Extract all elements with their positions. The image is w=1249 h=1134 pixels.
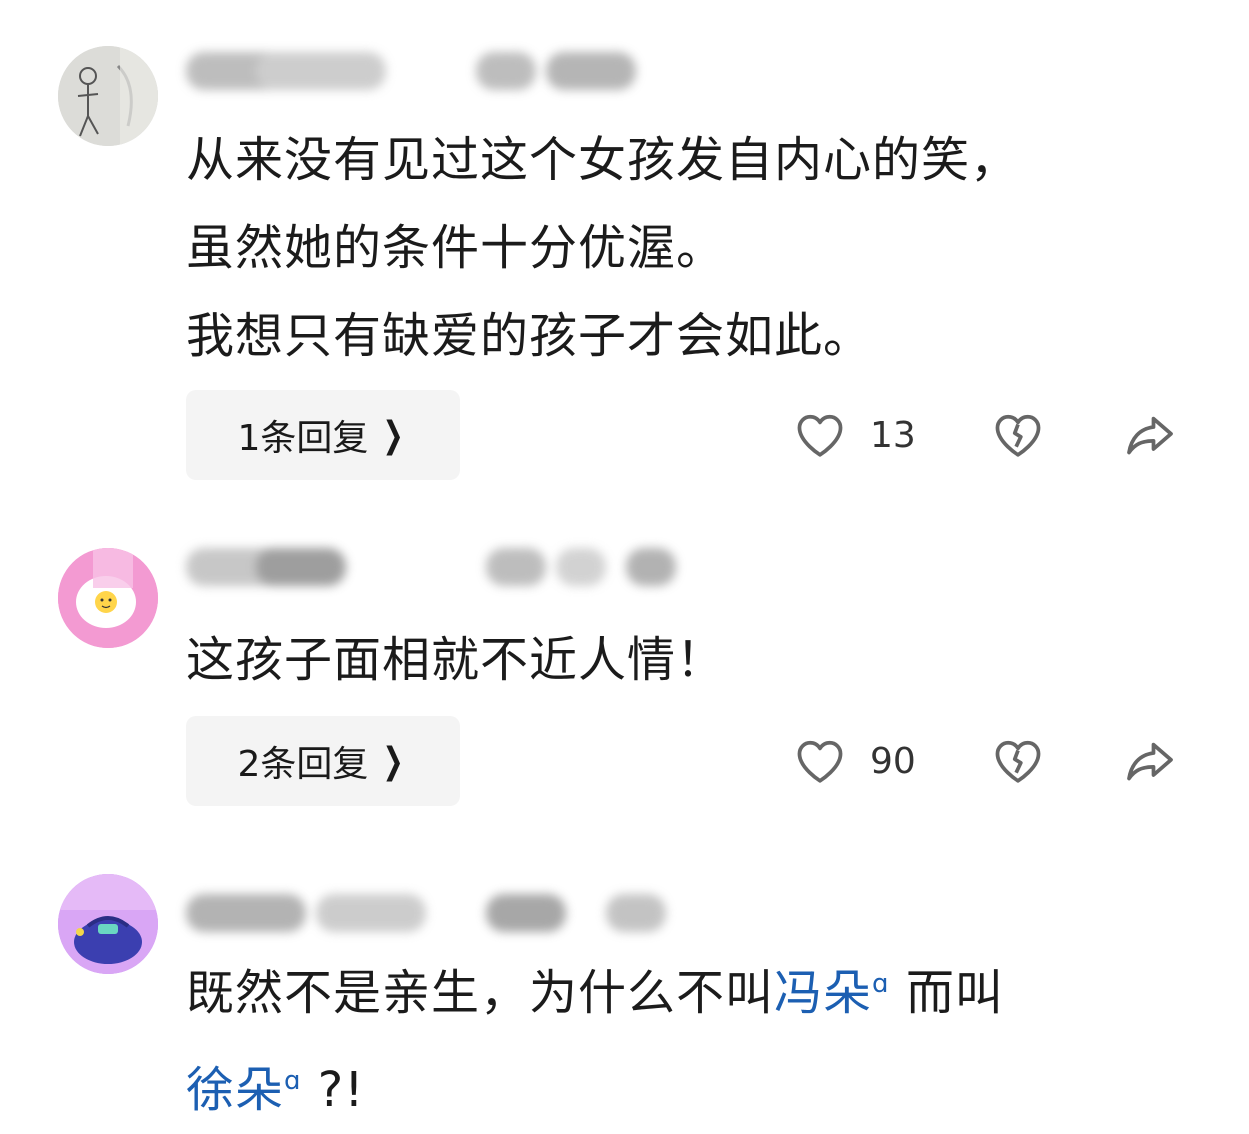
like-count: 90 <box>870 740 916 782</box>
heart-icon <box>797 740 843 783</box>
username-obscured[interactable] <box>186 44 646 98</box>
chevron-right-icon: ❯ <box>382 414 405 456</box>
broken-heart-icon <box>995 740 1041 783</box>
comment-line: 我想只有缺爱的孩子才会如此。 <box>186 308 873 364</box>
share-button[interactable] <box>1122 716 1178 806</box>
comment-item: 这孩子面相就不近人情！ 2条回复 ❯ 90 <box>0 500 1249 840</box>
share-arrow-icon <box>1127 742 1173 781</box>
comment-line: 这孩子面相就不近人情！ <box>186 632 726 688</box>
dislike-button[interactable] <box>990 390 1046 480</box>
share-button[interactable] <box>1122 390 1178 480</box>
comment-text-segment: 既然不是亲生，为什么不叫 <box>186 965 775 1021</box>
view-replies-button[interactable]: 1条回复 ❯ <box>186 390 460 480</box>
comment-text-segment: ?! <box>317 1062 365 1118</box>
reply-count-label: 2条回复 <box>237 744 369 785</box>
comment-text-segment: 而叫 <box>905 965 1004 1021</box>
search-link[interactable]: 徐朵ɑ <box>186 1062 302 1118</box>
search-link-text: 冯朵 <box>774 965 873 1021</box>
like-button[interactable]: 90 <box>792 716 916 806</box>
share-arrow-icon <box>1127 416 1173 455</box>
like-count: 13 <box>870 414 916 456</box>
avatar[interactable] <box>58 46 158 146</box>
comment-actions: 90 <box>780 716 1200 806</box>
search-link[interactable]: 冯朵ɑ <box>774 965 890 1021</box>
comment-item: 既然不是亲生，为什么不叫冯朵ɑ 而叫 徐朵ɑ ?! <box>0 840 1249 1121</box>
chevron-right-icon: ❯ <box>382 740 405 782</box>
avatar[interactable] <box>58 548 158 648</box>
comment-text: 既然不是亲生，为什么不叫冯朵ɑ 而叫 徐朵ɑ ?! <box>186 940 1196 1134</box>
avatar-purple-image <box>58 874 158 974</box>
dislike-button[interactable] <box>990 716 1046 806</box>
broken-heart-icon <box>995 414 1041 457</box>
comment-line: 虽然她的条件十分优渥。 <box>186 220 726 276</box>
username-obscured[interactable] <box>186 886 666 940</box>
like-button[interactable]: 13 <box>792 390 916 480</box>
view-replies-button[interactable]: 2条回复 ❯ <box>186 716 460 806</box>
comment-line: 既然不是亲生，为什么不叫冯朵ɑ 而叫 <box>186 940 1196 1037</box>
comment-item: 从来没有见过这个女孩发自内心的笑， 虽然她的条件十分优渥。 我想只有缺爱的孩子才… <box>0 0 1249 500</box>
comment-text: 这孩子面相就不近人情！ <box>186 616 1196 704</box>
comment-text: 从来没有见过这个女孩发自内心的笑， 虽然她的条件十分优渥。 我想只有缺爱的孩子才… <box>186 116 1196 380</box>
search-hint-icon: ɑ <box>872 969 890 999</box>
avatar[interactable] <box>58 874 158 974</box>
comment-line: 徐朵ɑ ?! <box>186 1037 1196 1134</box>
search-hint-icon: ɑ <box>284 1066 302 1096</box>
search-link-text: 徐朵 <box>186 1062 285 1118</box>
reply-count-label: 1条回复 <box>237 418 369 459</box>
heart-icon <box>797 414 843 457</box>
comment-actions: 13 <box>780 390 1200 480</box>
username-obscured[interactable] <box>186 540 676 594</box>
avatar-egg-image <box>58 548 158 648</box>
avatar-sketch-image <box>58 46 158 146</box>
comment-line: 从来没有见过这个女孩发自内心的笑， <box>186 132 1020 188</box>
